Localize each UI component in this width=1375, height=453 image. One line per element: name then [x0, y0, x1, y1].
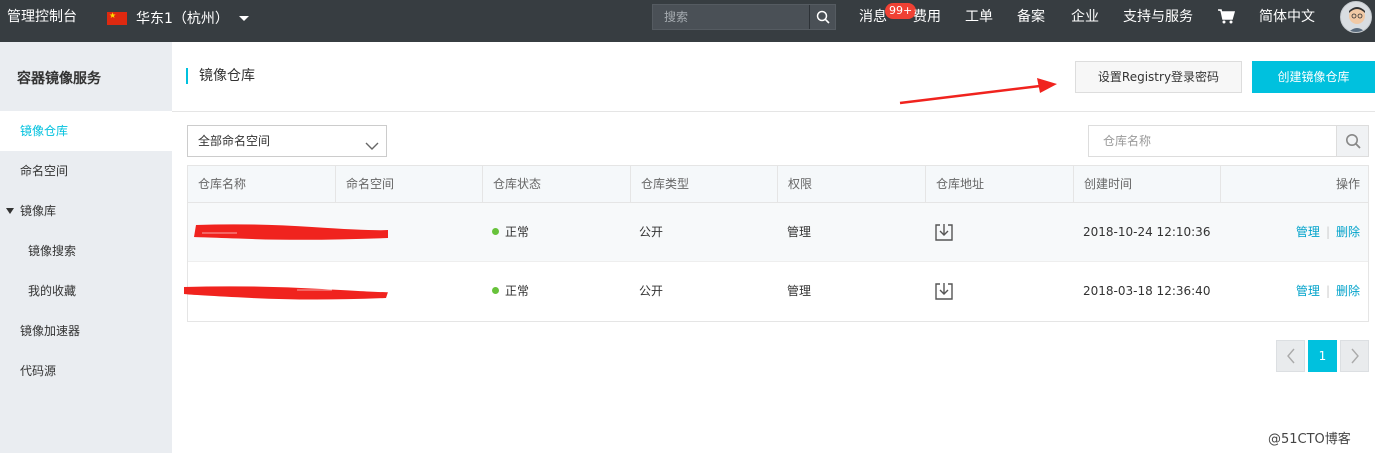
col-namespace: 命名空间	[336, 166, 483, 203]
sidebar-item-namespaces[interactable]: 命名空间	[0, 151, 172, 191]
col-address: 仓库地址	[926, 166, 1074, 203]
caret-down-icon	[238, 15, 249, 21]
repo-name-cell	[188, 203, 483, 262]
created-cell: 2018-10-24 12:10:36	[1083, 225, 1211, 239]
expand-caret-icon	[6, 208, 14, 214]
redaction-mark	[184, 286, 388, 300]
flag-cn-icon	[107, 10, 127, 25]
col-type: 仓库类型	[631, 166, 778, 203]
download-icon[interactable]	[934, 281, 954, 301]
page-number-current[interactable]: 1	[1308, 340, 1337, 372]
nav-tickets[interactable]: 工单	[965, 0, 993, 34]
next-page-button[interactable]	[1340, 340, 1369, 372]
search-icon[interactable]	[1336, 126, 1368, 156]
repo-table: 仓库名称 命名空间 仓库状态 仓库类型 权限 仓库地址 创建时间 操作 正常 公…	[184, 165, 1369, 322]
repo-search	[1088, 125, 1369, 157]
global-search	[652, 4, 836, 30]
nav-support[interactable]: 支持与服务	[1123, 0, 1193, 34]
actions-cell: 管理 | 删除	[1296, 203, 1360, 262]
sidebar-item-favorites[interactable]: 我的收藏	[0, 271, 172, 311]
type-cell: 公开	[639, 225, 664, 239]
region-label: 华东1（杭州）	[136, 11, 229, 27]
status-cell: 正常	[492, 203, 529, 262]
col-repo-name: 仓库名称	[188, 166, 336, 203]
pagination: 1	[1276, 340, 1372, 372]
col-actions: 操作	[1335, 177, 1360, 191]
namespace-select[interactable]: 全部命名空间	[187, 125, 387, 157]
status-text: 正常	[505, 284, 530, 298]
chevron-down-icon	[365, 134, 379, 164]
nav-enterprise[interactable]: 企业	[1071, 0, 1099, 34]
actions-cell: 管理 | 删除	[1296, 262, 1360, 321]
sidebar: 容器镜像服务 镜像仓库 命名空间 镜像库 镜像搜索 我的收藏 镜像加速器 代码源	[0, 42, 172, 453]
action-separator: |	[1325, 225, 1330, 239]
nav-billing[interactable]: 费用	[913, 0, 941, 34]
repo-search-input[interactable]	[1089, 126, 1337, 156]
global-search-input[interactable]	[653, 5, 809, 29]
col-created: 创建时间	[1074, 166, 1221, 203]
avatar[interactable]	[1340, 1, 1372, 33]
sidebar-item-image-search[interactable]: 镜像搜索	[0, 231, 172, 271]
repo-name-cell	[184, 262, 483, 321]
messages-badge: 99+	[885, 3, 917, 19]
sidebar-item-repositories[interactable]: 镜像仓库	[0, 111, 172, 151]
table-row: 正常 公开 管理 2018-03-18 12:36:40 管理 | 删除	[184, 262, 1368, 321]
type-cell: 公开	[639, 284, 664, 298]
annotation-arrow	[899, 78, 1057, 105]
permission-cell: 管理	[787, 225, 812, 239]
namespace-select-value: 全部命名空间	[198, 134, 271, 148]
redaction-mark	[193, 224, 388, 240]
action-separator: |	[1325, 284, 1330, 298]
status-dot-icon	[492, 287, 499, 294]
page-title: 镜像仓库	[186, 68, 255, 84]
manage-link[interactable]: 管理	[1296, 225, 1320, 239]
manage-link[interactable]: 管理	[1296, 284, 1320, 298]
console-home-link[interactable]: 管理控制台	[7, 0, 77, 34]
delete-link[interactable]: 删除	[1336, 225, 1360, 239]
status-dot-icon	[492, 228, 499, 235]
sidebar-item-label: 镜像库	[20, 204, 57, 218]
cart-icon[interactable]	[1218, 9, 1236, 28]
search-icon[interactable]	[809, 5, 835, 29]
status-cell: 正常	[492, 262, 529, 321]
set-registry-password-button[interactable]: 设置Registry登录密码	[1075, 61, 1242, 93]
delete-link[interactable]: 删除	[1336, 284, 1360, 298]
language-switch[interactable]: 简体中文	[1259, 0, 1315, 34]
table-header: 仓库名称 命名空间 仓库状态 仓库类型 权限 仓库地址 创建时间 操作	[188, 166, 1368, 203]
download-icon[interactable]	[934, 222, 954, 242]
permission-cell: 管理	[787, 284, 812, 298]
prev-page-button[interactable]	[1276, 340, 1305, 372]
sidebar-item-accelerator[interactable]: 镜像加速器	[0, 311, 172, 351]
sidebar-item-code-source[interactable]: 代码源	[0, 351, 172, 391]
table-row: 正常 公开 管理 2018-10-24 12:10:36 管理 | 删除	[188, 203, 1368, 262]
nav-messages[interactable]: 消息	[859, 0, 887, 34]
region-selector[interactable]: 华东1（杭州）	[107, 9, 249, 27]
col-permission: 权限	[778, 166, 926, 203]
col-status: 仓库状态	[483, 166, 631, 203]
sidebar-title: 容器镜像服务	[17, 71, 101, 87]
nav-icp[interactable]: 备案	[1017, 0, 1045, 34]
create-repo-button[interactable]: 创建镜像仓库	[1252, 61, 1375, 93]
created-cell: 2018-03-18 12:36:40	[1083, 284, 1211, 298]
sidebar-item-image-library[interactable]: 镜像库	[0, 191, 172, 231]
watermark: @51CTO博客	[1268, 432, 1351, 447]
top-navbar: 管理控制台 华东1（杭州） 消息 99+ 费用 工单 备案 企业 支持与服务 简…	[0, 0, 1375, 42]
status-text: 正常	[505, 225, 530, 239]
